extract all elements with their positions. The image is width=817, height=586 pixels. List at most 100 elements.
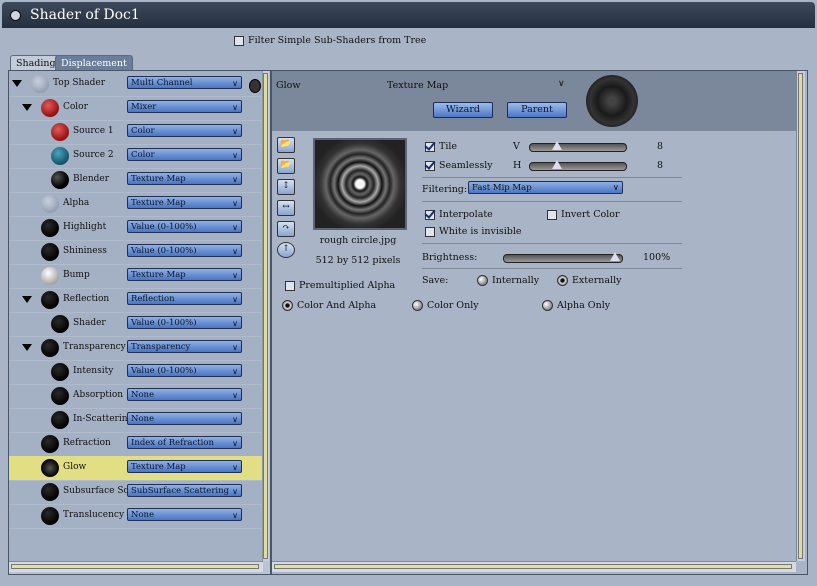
tree-vertical-scrollbar[interactable]	[262, 71, 269, 561]
expand-arrow-icon[interactable]	[22, 104, 32, 111]
shader-type-dropdown[interactable]: Multi Channel ∨	[127, 76, 242, 89]
tree-row[interactable]: In-Scattering None ∨	[9, 408, 263, 433]
editor-horizontal-scrollbar[interactable]	[272, 561, 796, 572]
editor-vertical-scrollbar[interactable]	[796, 71, 805, 561]
expand-arrow-icon[interactable]	[22, 296, 32, 303]
expand-arrow-icon[interactable]	[22, 344, 32, 351]
color-and-alpha-label: Color And Alpha	[297, 300, 377, 311]
tree-row[interactable]: Absorption None ∨	[9, 384, 263, 409]
parent-button[interactable]: Parent	[507, 102, 567, 118]
save-internally-option[interactable]: Internally	[477, 275, 539, 286]
interpolate-option[interactable]: Interpolate	[425, 209, 493, 220]
invert-color-checkbox[interactable]	[547, 209, 557, 220]
tree-item-label: Reflection	[63, 294, 110, 304]
flip-vertical-icon[interactable]: ↕	[277, 179, 295, 195]
tree-row[interactable]: Source 1 Color ∨	[9, 120, 263, 145]
filter-simple-subshaders[interactable]: Filter Simple Sub-Shaders from Tree	[234, 35, 426, 46]
open-recent-icon[interactable]: 📂	[277, 158, 295, 174]
alpha-only-radio[interactable]	[542, 300, 553, 311]
shader-type-dropdown[interactable]: Index of Refraction ∨	[127, 436, 242, 449]
shader-type-dropdown[interactable]: Value (0-100%) ∨	[127, 220, 242, 233]
brightness-slider[interactable]	[503, 252, 623, 263]
shader-type-dropdown[interactable]: Texture Map ∨	[127, 172, 242, 185]
interpolate-checkbox[interactable]	[425, 209, 435, 220]
shader-type-dropdown[interactable]: Texture Map ∨	[127, 196, 242, 209]
shader-type-value: Value (0-100%)	[131, 318, 197, 328]
color-and-alpha-option[interactable]: Color And Alpha	[282, 300, 376, 311]
tile-option[interactable]: Tile	[425, 141, 457, 152]
h-slider[interactable]	[529, 160, 627, 171]
brightness-knob[interactable]	[610, 252, 620, 261]
save-externally-radio[interactable]	[557, 275, 568, 286]
window-menu-icon[interactable]	[10, 10, 21, 21]
tree-row[interactable]: Blender Texture Map ∨	[9, 168, 263, 193]
title-bar[interactable]: Shader of Doc1	[2, 2, 815, 28]
tree-row[interactable]: Source 2 Color ∨	[9, 144, 263, 169]
shader-type-dropdown[interactable]: Texture Map ∨	[127, 460, 242, 473]
shader-type-dropdown[interactable]: Value (0-100%) ∨	[127, 364, 242, 377]
chevron-down-icon: ∨	[232, 415, 238, 424]
premultiplied-alpha-checkbox[interactable]	[285, 280, 295, 291]
filter-checkbox[interactable]	[234, 35, 244, 46]
seamlessly-checkbox[interactable]	[425, 160, 435, 171]
tree-row[interactable]: Reflection Reflection ∨	[9, 288, 263, 313]
alpha-only-option[interactable]: Alpha Only	[542, 300, 610, 311]
tree-row[interactable]: Color Mixer ∨	[9, 96, 263, 121]
save-internally-radio[interactable]	[477, 275, 488, 286]
white-invisible-checkbox[interactable]	[425, 226, 435, 237]
shader-type-dropdown[interactable]: None ∨	[127, 508, 242, 521]
tree-row[interactable]: Top Shader Multi Channel ∨	[9, 72, 263, 97]
rotate-icon[interactable]: ↷	[277, 221, 295, 237]
v-slider[interactable]	[529, 141, 627, 152]
seamlessly-option[interactable]: Seamlessly	[425, 160, 493, 171]
shader-type-dropdown[interactable]: None ∨	[127, 388, 242, 401]
tab-shading[interactable]: Shading	[10, 55, 62, 71]
invert-color-option[interactable]: Invert Color	[547, 209, 620, 220]
tree-horizontal-scrollbar[interactable]	[9, 561, 263, 572]
tree-row[interactable]: Transparency Transparency ∨	[9, 336, 263, 361]
open-file-icon[interactable]: 📂	[277, 137, 295, 153]
texture-thumbnail[interactable]	[313, 138, 407, 230]
upload-icon[interactable]: ↑	[277, 242, 295, 258]
shader-type-dropdown[interactable]: Color ∨	[127, 148, 242, 161]
shader-type-dropdown[interactable]: Transparency ∨	[127, 340, 242, 353]
premultiplied-alpha-option[interactable]: Premultiplied Alpha	[285, 280, 395, 291]
color-only-radio[interactable]	[412, 300, 423, 311]
shader-type-dropdown[interactable]: SubSurface Scattering ∨	[127, 484, 242, 497]
filtering-label: Filtering:	[422, 184, 468, 195]
shader-type-dropdown[interactable]: Mixer ∨	[127, 100, 242, 113]
tree-row[interactable]: Intensity Value (0-100%) ∨	[9, 360, 263, 385]
tree-row[interactable]: Translucency None ∨	[9, 504, 263, 529]
white-invisible-option[interactable]: White is invisible	[425, 226, 522, 237]
shader-type-dropdown[interactable]: Value (0-100%) ∨	[127, 244, 242, 257]
color-only-option[interactable]: Color Only	[412, 300, 479, 311]
tree-row[interactable]: Subsurface Scat SubSurface Scattering ∨	[9, 480, 263, 505]
flip-horizontal-icon[interactable]: ↔	[277, 200, 295, 216]
color-and-alpha-radio[interactable]	[282, 300, 293, 311]
tree-row[interactable]: Alpha Texture Map ∨	[9, 192, 263, 217]
tree-row[interactable]: Shininess Value (0-100%) ∨	[9, 240, 263, 265]
chevron-down-icon: ∨	[232, 439, 238, 448]
tree-row[interactable]: Refraction Index of Refraction ∨	[9, 432, 263, 457]
tree-row[interactable]: Shader Value (0-100%) ∨	[9, 312, 263, 337]
chevron-down-icon[interactable]: ∨	[558, 79, 565, 89]
trash-icon[interactable]	[249, 79, 261, 93]
shader-type-select[interactable]: Texture Map	[387, 80, 448, 91]
shader-type-value: Texture Map	[131, 174, 186, 184]
tree-row[interactable]: Highlight Value (0-100%) ∨	[9, 216, 263, 241]
filtering-select[interactable]: Fast Mip Map ∨	[468, 181, 623, 194]
shader-type-dropdown[interactable]: Reflection ∨	[127, 292, 242, 305]
save-externally-option[interactable]: Externally	[557, 275, 622, 286]
tree-row[interactable]: Glow Texture Map ∨	[9, 456, 263, 481]
shader-type-dropdown[interactable]: Color ∨	[127, 124, 242, 137]
shader-type-dropdown[interactable]: Texture Map ∨	[127, 268, 242, 281]
tree-row[interactable]: Bump Texture Map ∨	[9, 264, 263, 289]
wizard-button[interactable]: Wizard	[433, 102, 493, 118]
tile-checkbox[interactable]	[425, 141, 435, 152]
shader-type-dropdown[interactable]: None ∨	[127, 412, 242, 425]
shader-type-dropdown[interactable]: Value (0-100%) ∨	[127, 316, 242, 329]
tab-displacement[interactable]: Displacement	[55, 55, 133, 71]
chevron-down-icon: ∨	[232, 199, 238, 208]
expand-arrow-icon[interactable]	[12, 80, 22, 87]
shader-ball-icon	[41, 291, 59, 309]
